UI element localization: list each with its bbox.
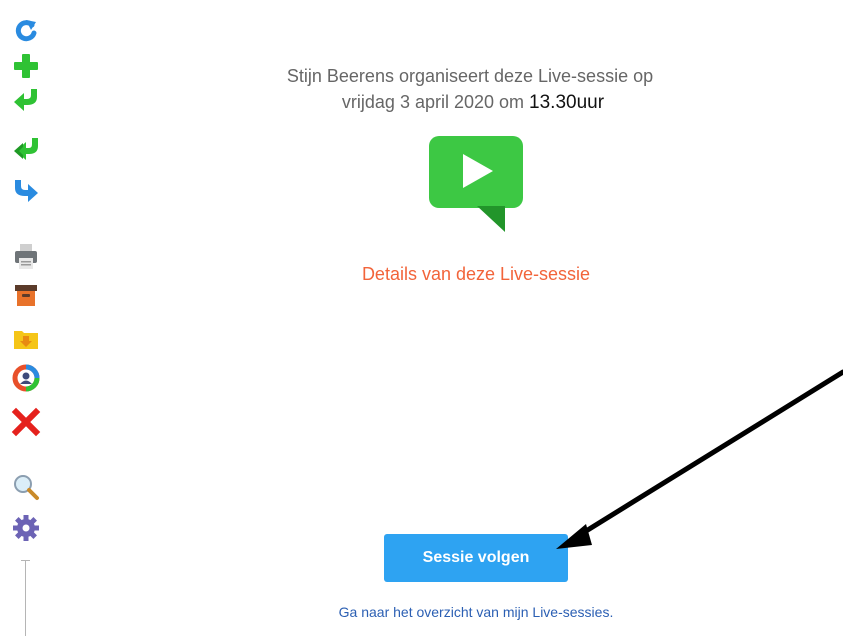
session-organizer-text: Stijn Beerens organiseert deze Live-sess… [210, 63, 730, 116]
user-circle-button[interactable] [8, 361, 44, 395]
follow-session-button[interactable]: Sessie volgen [384, 534, 568, 582]
user-circle-icon [12, 364, 40, 392]
print-icon [15, 244, 37, 269]
settings-button[interactable] [8, 511, 44, 545]
toolbar-slider-track[interactable] [21, 560, 30, 636]
add-icon [14, 54, 38, 78]
refresh-button[interactable] [8, 14, 44, 48]
reply-button[interactable] [8, 83, 44, 117]
left-toolbar [0, 0, 52, 636]
session-time: 13.30uur [529, 92, 605, 113]
settings-icon [13, 515, 39, 541]
reply-all-icon [14, 138, 38, 160]
sessions-overview-link[interactable]: Ga naar het overzicht van mijn Live-sess… [260, 604, 692, 620]
delete-button[interactable] [8, 405, 44, 439]
session-date: vrijdag 3 april 2020 om [341, 92, 525, 112]
forward-icon [15, 180, 38, 202]
session-details-link[interactable]: Details van deze Live-sessie [300, 264, 652, 285]
download-folder-icon [14, 331, 38, 349]
add-button[interactable] [8, 49, 44, 83]
search-icon [14, 475, 39, 500]
forward-button[interactable] [8, 174, 44, 208]
print-button[interactable] [8, 239, 44, 273]
download-folder-button[interactable] [8, 321, 44, 355]
archive-icon [15, 285, 37, 306]
delete-icon [11, 407, 41, 437]
reply-icon [14, 89, 37, 111]
refresh-icon [15, 20, 37, 42]
search-button[interactable] [8, 470, 44, 504]
reply-all-button[interactable] [8, 132, 44, 166]
organizer-line: Stijn Beerens organiseert deze Live-sess… [286, 66, 654, 86]
archive-button[interactable] [8, 278, 44, 312]
date-line: vrijdag 3 april 2020 om 13.30uur [210, 89, 730, 116]
live-session-play-icon [429, 136, 523, 232]
